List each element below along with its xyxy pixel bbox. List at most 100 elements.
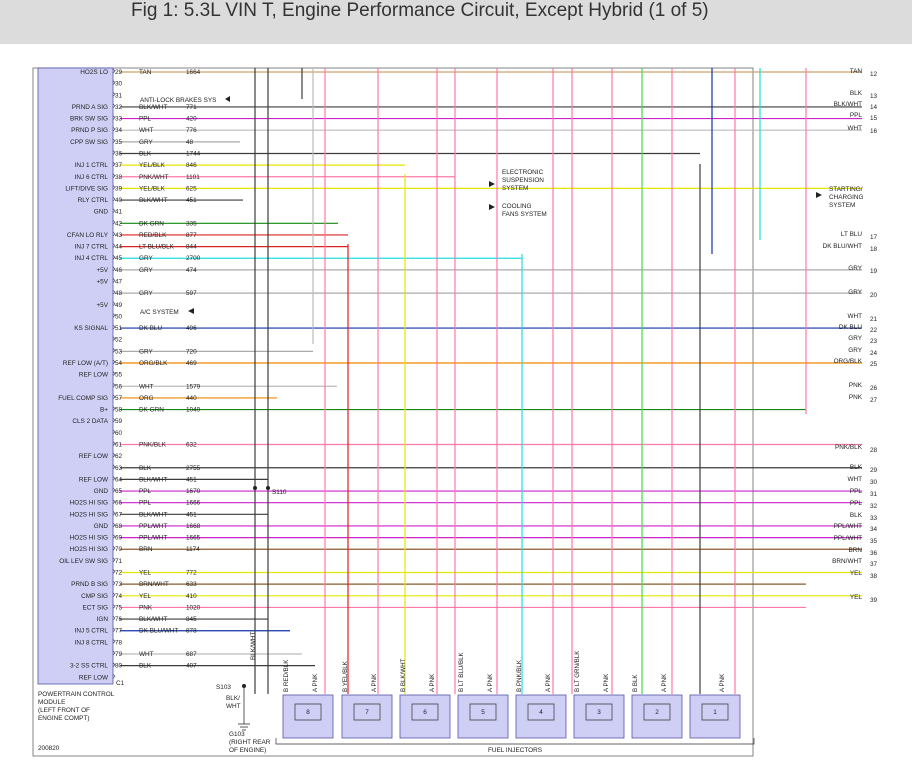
pin-label: B+	[100, 407, 108, 414]
circuit-number: 771	[186, 104, 197, 111]
wire-color-label: BLK/WHT	[139, 616, 168, 623]
right-wire-label: GRY	[848, 289, 862, 296]
ground-icon	[238, 723, 250, 731]
right-wire-label: DK BLU	[839, 324, 862, 331]
injector-wire-b: B PNK/BLK	[516, 659, 523, 692]
ac-system-label: A/C SYSTEM	[140, 309, 179, 316]
right-pin-number: 21	[870, 316, 878, 323]
wire-color-label: YEL	[139, 570, 152, 577]
pin-label: FUEL COMP SIG	[58, 395, 108, 402]
wire-color-label: YEL/BLK	[139, 185, 166, 192]
pin-label: PRND B SIG	[71, 581, 108, 588]
pin-number: 37	[115, 162, 123, 169]
injector-box	[341, 694, 393, 739]
circuit-number: 420	[186, 116, 197, 123]
pin-label: PRND A SIG	[72, 104, 108, 111]
pin-number: 58	[115, 407, 123, 414]
pin-number: 67	[115, 511, 123, 518]
pin-number: 50	[115, 313, 123, 320]
injector-bracket	[275, 738, 755, 745]
title-bar: Fig 1: 5.3L VIN T, Engine Performance Ci…	[0, 0, 912, 44]
wire-color-label: PNK/WHT	[139, 174, 169, 181]
injector-number: 3	[597, 709, 601, 716]
splice-s110-label: S110	[272, 489, 287, 496]
injector-wire-a: A PNK	[487, 673, 494, 692]
injector-wire-a: A PNK	[429, 673, 436, 692]
pin-label: +5V	[96, 302, 108, 309]
pin-label: KS SIGNAL	[74, 325, 108, 332]
right-wire-label: PNK/BLK	[835, 444, 863, 451]
ground-g103-label: OF ENGINE)	[229, 747, 266, 754]
cooling-system-label: COOLING	[502, 203, 532, 210]
ground-g103-label: G103	[229, 731, 245, 738]
circuit-number: 1049	[186, 407, 201, 414]
wire-color-label: PNK	[139, 604, 153, 611]
circuit-number: 687	[186, 651, 197, 658]
pin-number: 30	[115, 81, 123, 88]
pin-label: CFAN LO RLY	[67, 232, 109, 239]
right-wire-label: BLK	[850, 464, 863, 471]
right-pin-number: 19	[870, 268, 878, 275]
pin-number: 77	[115, 628, 123, 635]
pin-number: 32	[115, 104, 123, 111]
pin-number: 60	[115, 430, 123, 437]
injector-box	[515, 694, 567, 739]
pin-number: 75	[115, 604, 123, 611]
pin-number: 44	[115, 244, 123, 251]
wire-color-label: BLK	[139, 465, 152, 472]
pin-number: 55	[115, 372, 123, 379]
pin-label: LIFT/DIVE SIG	[65, 185, 108, 192]
right-wire-label: GRY	[848, 265, 862, 272]
pin-label: BRK SW SIG	[70, 116, 108, 123]
pin-label: ECT SIG	[83, 604, 108, 611]
pin-label: REF LOW	[79, 674, 109, 681]
injector-box	[689, 694, 741, 739]
pin-label: INJ 8 CTRL	[75, 639, 109, 646]
circuit-number: 846	[186, 162, 197, 169]
injector-wire-b: B BLK/WHT	[400, 658, 407, 692]
circuit-number: 2700	[186, 255, 201, 262]
pin-number: 66	[115, 500, 123, 507]
arrow-icon	[188, 308, 194, 314]
pin-number: 29	[115, 69, 123, 76]
pin-number: 46	[115, 267, 123, 274]
right-pin-number: 13	[870, 93, 878, 100]
right-wire-label: YEL	[850, 594, 863, 601]
injector-number: 7	[365, 709, 369, 716]
arrow-icon	[489, 204, 495, 210]
pcm-label: ENGINE COMPT)	[38, 715, 89, 722]
wire-color-label: WHT	[139, 383, 154, 390]
pin-number: 63	[115, 465, 123, 472]
injector-box	[631, 694, 683, 739]
pin-number: 53	[115, 348, 123, 355]
right-pin-number: 14	[870, 104, 878, 111]
circuit-number: 496	[186, 325, 197, 332]
pin-number: 76	[115, 616, 123, 623]
circuit-number: 845	[186, 616, 197, 623]
right-wire-label: PPL/WHT	[834, 523, 863, 530]
pin-number: 70	[115, 546, 123, 553]
pin-label: HO2S HI SIG	[70, 535, 108, 542]
right-pin-number: 15	[870, 115, 878, 122]
right-wire-label: PPL	[850, 488, 863, 495]
ground-wire-label: BLK/	[226, 695, 240, 702]
pin-label: CLS 2 DATA	[72, 418, 108, 425]
pin-number: 57	[115, 395, 123, 402]
circuit-number: 877	[186, 232, 197, 239]
wire-color-label: GRY	[139, 267, 153, 274]
right-wire-label: GRY	[848, 347, 862, 354]
ess-system-label: SUSPENSION	[502, 177, 544, 184]
pin-number: 48	[115, 290, 123, 297]
pin-number: 41	[115, 209, 123, 216]
pin-label: CMP SIG	[81, 593, 108, 600]
right-wire-label: PPL	[850, 112, 863, 119]
right-wire-label: GRY	[848, 335, 862, 342]
wire-color-label: BLK	[139, 663, 152, 670]
starting-system-label: SYSTEM	[829, 202, 855, 209]
circuit-number: 1579	[186, 383, 201, 390]
injector-wire-a: A PNK	[661, 673, 668, 692]
pin-label: HO2S LO	[80, 69, 108, 76]
cooling-system-label: FANS SYSTEM	[502, 211, 547, 218]
pin-number: 79	[115, 651, 123, 658]
circuit-number: 1744	[186, 150, 201, 157]
